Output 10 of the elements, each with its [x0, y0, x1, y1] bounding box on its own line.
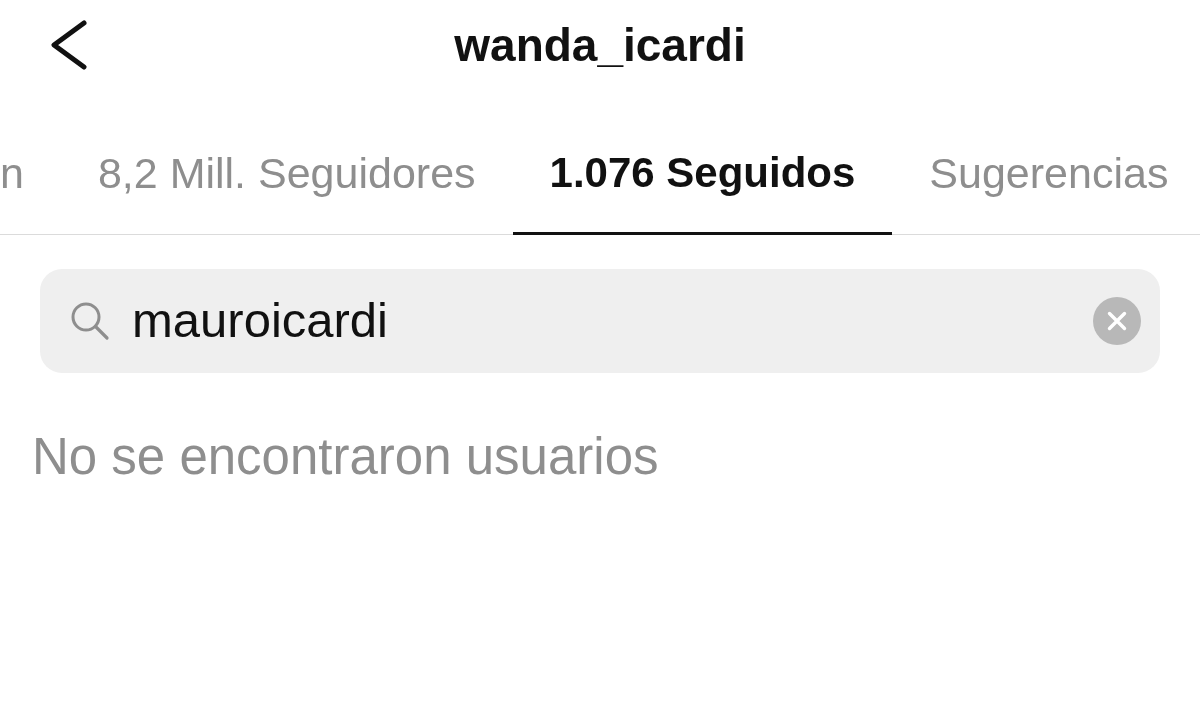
search-field[interactable]: mauroicardi: [40, 269, 1160, 373]
tab[interactable]: Sugerencias: [892, 114, 1200, 235]
tab[interactable]: 1.076 Seguidos: [512, 114, 893, 235]
tab[interactable]: n: [0, 114, 61, 235]
tab[interactable]: 8,2 Mill. Seguidores: [60, 114, 513, 235]
search-icon: [70, 301, 110, 341]
search-query: mauroicardi: [132, 294, 388, 348]
empty-message: No se encontraron usuarios: [31, 428, 660, 487]
back-icon[interactable]: [50, 20, 88, 70]
profile-username: wanda_icardi: [454, 19, 746, 71]
